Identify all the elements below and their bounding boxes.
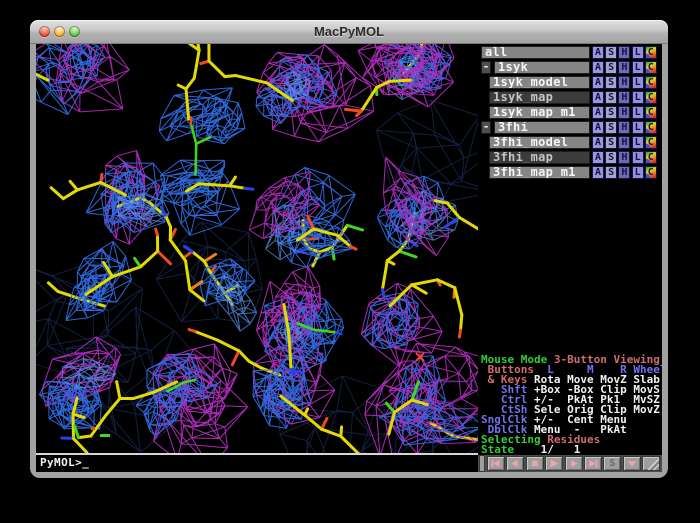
l-menu-button-3fhi_map[interactable]: L <box>632 151 644 164</box>
object-name-1syk_map[interactable]: 1syk_map <box>489 91 590 104</box>
object-name-3fhi_map[interactable]: 3fhi_map <box>489 151 590 164</box>
l-menu-button-1syk_model[interactable]: L <box>632 76 644 89</box>
menu-down-button[interactable] <box>623 456 641 471</box>
play-button[interactable] <box>545 456 563 471</box>
window-content: PyMOL>_ allASHLC-1sykASHLC1syk_modelASHL… <box>36 44 662 472</box>
object-row-1syk_map: 1syk_mapASHLC <box>478 91 662 104</box>
scene-button[interactable]: S <box>603 456 621 471</box>
stop-button[interactable] <box>526 456 544 471</box>
h-menu-button-3fhi_model[interactable]: H <box>618 136 630 149</box>
object-row-1syk_map_m1: 1syk_map_m1ASHLC <box>478 106 662 119</box>
viewport-3d[interactable] <box>36 44 478 453</box>
playback-controls: S <box>478 455 662 472</box>
macpymol-window: MacPyMOL PyMOL>_ allASHLC-1sykASHLC1syk_… <box>30 20 668 478</box>
a-menu-button-3fhi_map[interactable]: A <box>592 151 604 164</box>
control-panel: allASHLC-1sykASHLC1syk_modelASHLC1syk_ma… <box>478 44 662 472</box>
object-name-all[interactable]: all <box>481 46 590 59</box>
c-menu-button-all[interactable]: C <box>645 46 657 59</box>
h-menu-button-1syk_map_m1[interactable]: H <box>618 106 630 119</box>
c-menu-button-3fhi[interactable]: C <box>645 121 657 134</box>
object-name-1syk_model[interactable]: 1syk_model <box>489 76 590 89</box>
l-menu-button-1syk[interactable]: L <box>632 61 644 74</box>
h-menu-button-3fhi[interactable]: H <box>618 121 630 134</box>
prompt-text: PyMOL>_ <box>40 456 89 469</box>
h-menu-button-1syk[interactable]: H <box>618 61 630 74</box>
s-menu-button-1syk_map_m1[interactable]: S <box>605 106 617 119</box>
desktop: MacPyMOL PyMOL>_ allASHLC-1sykASHLC1syk_… <box>0 0 700 523</box>
h-menu-button-1syk_map[interactable]: H <box>618 91 630 104</box>
c-menu-button-1syk_map_m1[interactable]: C <box>645 106 657 119</box>
stop-icon <box>527 457 543 470</box>
object-name-3fhi_map_m1[interactable]: 3fhi_map_m1 <box>489 166 590 179</box>
l-menu-button-1syk_map_m1[interactable]: L <box>632 106 644 119</box>
c-menu-button-1syk_map[interactable]: C <box>645 91 657 104</box>
s-menu-button-3fhi_model[interactable]: S <box>605 136 617 149</box>
c-menu-button-1syk_model[interactable]: C <box>645 76 657 89</box>
object-row-3fhi_map: 3fhi_mapASHLC <box>478 151 662 164</box>
mouse-panel-line-9: State 1/ 1 <box>481 445 580 455</box>
object-row-3fhi_model: 3fhi_modelASHLC <box>478 136 662 149</box>
s-menu-button-all[interactable]: S <box>605 46 617 59</box>
play-icon <box>546 457 562 470</box>
object-name-1syk[interactable]: 1syk <box>494 61 590 74</box>
a-menu-button-3fhi_map_m1[interactable]: A <box>592 166 604 179</box>
s-menu-button-1syk[interactable]: S <box>605 61 617 74</box>
step-back-icon <box>507 457 523 470</box>
step-forward-icon <box>566 457 582 470</box>
l-menu-button-3fhi[interactable]: L <box>632 121 644 134</box>
command-prompt[interactable]: PyMOL>_ <box>36 453 478 472</box>
skip-end-button[interactable] <box>584 456 602 471</box>
collapse-toggle-3fhi[interactable]: - <box>481 121 491 134</box>
c-menu-button-3fhi_model[interactable]: C <box>645 136 657 149</box>
h-menu-button-3fhi_map[interactable]: H <box>618 151 630 164</box>
panel-divider[interactable] <box>479 455 485 472</box>
object-name-3fhi_model[interactable]: 3fhi_model <box>489 136 590 149</box>
object-row-all: allASHLC <box>478 46 662 59</box>
a-menu-button-3fhi_model[interactable]: A <box>592 136 604 149</box>
l-menu-button-3fhi_map_m1[interactable]: L <box>632 166 644 179</box>
s-letter-icon: S <box>604 458 620 469</box>
object-row-1syk_model: 1syk_modelASHLC <box>478 76 662 89</box>
h-menu-button-all[interactable]: H <box>618 46 630 59</box>
skip-end-icon <box>585 457 601 470</box>
down-arrow-icon <box>624 457 640 470</box>
a-menu-button-1syk_map[interactable]: A <box>592 91 604 104</box>
a-menu-button-1syk[interactable]: A <box>592 61 604 74</box>
s-menu-button-3fhi_map[interactable]: S <box>605 151 617 164</box>
l-menu-button-all[interactable]: L <box>632 46 644 59</box>
a-menu-button-all[interactable]: A <box>592 46 604 59</box>
grip-icon <box>643 457 659 470</box>
resize-grip[interactable] <box>642 456 660 471</box>
s-menu-button-3fhi_map_m1[interactable]: S <box>605 166 617 179</box>
step-back-button[interactable] <box>506 456 524 471</box>
s-menu-button-3fhi[interactable]: S <box>605 121 617 134</box>
object-row-3fhi_map_m1: 3fhi_map_m1ASHLC <box>478 166 662 179</box>
c-menu-button-3fhi_map[interactable]: C <box>645 151 657 164</box>
h-menu-button-1syk_model[interactable]: H <box>618 76 630 89</box>
c-menu-button-3fhi_map_m1[interactable]: C <box>645 166 657 179</box>
object-row-3fhi: -3fhiASHLC <box>478 121 662 134</box>
l-menu-button-3fhi_model[interactable]: L <box>632 136 644 149</box>
title-bar[interactable]: MacPyMOL <box>30 20 668 44</box>
a-menu-button-3fhi[interactable]: A <box>592 121 604 134</box>
s-menu-button-1syk_model[interactable]: S <box>605 76 617 89</box>
object-row-1syk: -1sykASHLC <box>478 61 662 74</box>
a-menu-button-1syk_map_m1[interactable]: A <box>592 106 604 119</box>
a-menu-button-1syk_model[interactable]: A <box>592 76 604 89</box>
l-menu-button-1syk_map[interactable]: L <box>632 91 644 104</box>
skip-start-button[interactable] <box>487 456 505 471</box>
step-forward-button[interactable] <box>565 456 583 471</box>
c-menu-button-1syk[interactable]: C <box>645 61 657 74</box>
s-menu-button-1syk_map[interactable]: S <box>605 91 617 104</box>
object-name-1syk_map_m1[interactable]: 1syk_map_m1 <box>489 106 590 119</box>
h-menu-button-3fhi_map_m1[interactable]: H <box>618 166 630 179</box>
skip-start-icon <box>488 457 504 470</box>
collapse-toggle-1syk[interactable]: - <box>481 61 491 74</box>
window-title: MacPyMOL <box>30 24 668 39</box>
object-name-3fhi[interactable]: 3fhi <box>494 121 590 134</box>
